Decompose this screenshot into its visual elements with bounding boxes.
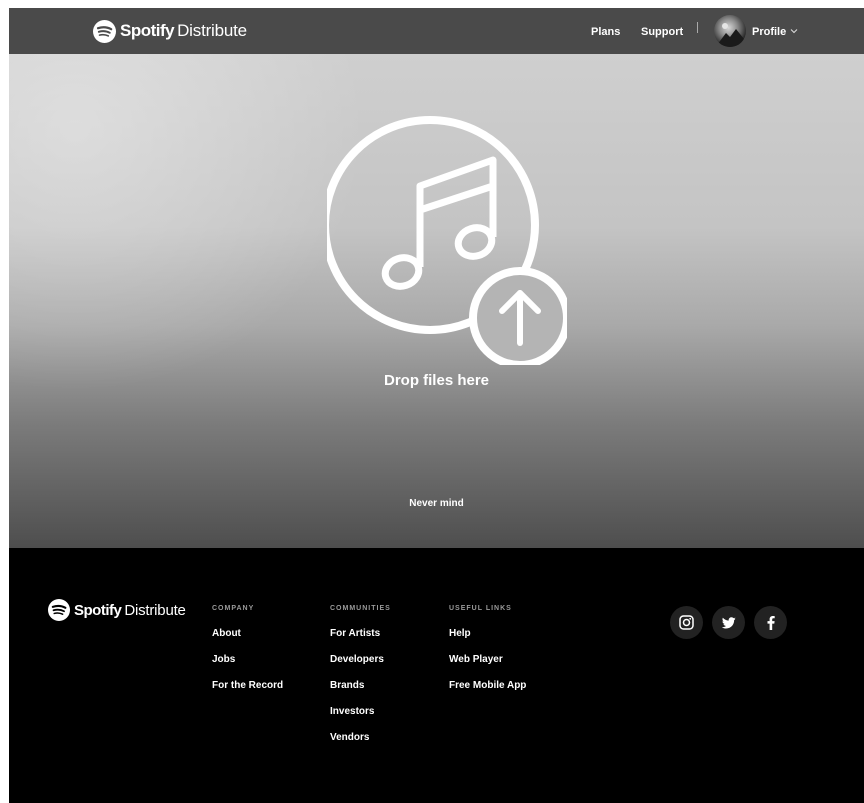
background-glow	[9, 54, 369, 394]
footer-brand-product: Distribute	[124, 601, 186, 619]
footer-link-about[interactable]: About	[212, 627, 283, 653]
footer-heading: COMPANY	[212, 605, 255, 612]
twitter-button[interactable]	[712, 606, 745, 639]
footer-column-useful-links: USEFUL LINKS Help Web Player Free Mobile…	[449, 605, 526, 705]
top-bar: Spotify Distribute Plans Support Profile	[9, 8, 864, 54]
footer-link-investors[interactable]: Investors	[330, 705, 391, 731]
footer-link-brands[interactable]: Brands	[330, 679, 391, 705]
never-mind-link[interactable]: Never mind	[9, 498, 864, 509]
brand-logo[interactable]: Spotify Distribute	[93, 19, 247, 43]
footer-link-jobs[interactable]: Jobs	[212, 653, 283, 679]
app-window: Spotify Distribute Plans Support Profile	[9, 8, 864, 803]
chevron-down-icon[interactable]	[790, 28, 798, 34]
brand-name: Spotify	[120, 21, 175, 40]
facebook-button[interactable]	[754, 606, 787, 639]
nav-plans-link[interactable]: Plans	[591, 26, 620, 38]
footer-link-for-artists[interactable]: For Artists	[330, 627, 391, 653]
facebook-icon	[767, 615, 775, 630]
footer-link-web-player[interactable]: Web Player	[449, 653, 526, 679]
footer-link-for-the-record[interactable]: For the Record	[212, 679, 283, 705]
footer-heading: COMMUNITIES	[330, 605, 391, 612]
footer-link-vendors[interactable]: Vendors	[330, 731, 391, 757]
brand-product: Distribute	[177, 21, 247, 40]
footer-brand-logo[interactable]: Spotify Distribute	[48, 599, 186, 621]
music-upload-icon	[327, 116, 567, 365]
drop-zone[interactable]: Drop files here Never mind	[9, 54, 864, 548]
footer-column-company: COMPANY About Jobs For the Record	[212, 605, 283, 705]
spotify-logo-icon	[93, 19, 116, 43]
spotify-logo-icon	[48, 599, 70, 621]
footer-brand-name: Spotify	[74, 601, 122, 619]
footer-column-communities: COMMUNITIES For Artists Developers Brand…	[330, 605, 391, 757]
footer-link-free-mobile-app[interactable]: Free Mobile App	[449, 679, 526, 705]
avatar[interactable]	[714, 15, 746, 47]
nav-divider	[697, 22, 698, 33]
footer: Spotify Distribute COMPANY About Jobs Fo…	[9, 548, 864, 803]
instagram-icon	[679, 615, 694, 630]
twitter-icon	[721, 616, 736, 628]
footer-heading: USEFUL LINKS	[449, 605, 512, 612]
nav-profile-link[interactable]: Profile	[752, 26, 786, 38]
nav-support-link[interactable]: Support	[641, 26, 683, 38]
drop-files-label: Drop files here	[383, 372, 490, 389]
instagram-button[interactable]	[670, 606, 703, 639]
footer-link-help[interactable]: Help	[449, 627, 526, 653]
footer-link-developers[interactable]: Developers	[330, 653, 391, 679]
